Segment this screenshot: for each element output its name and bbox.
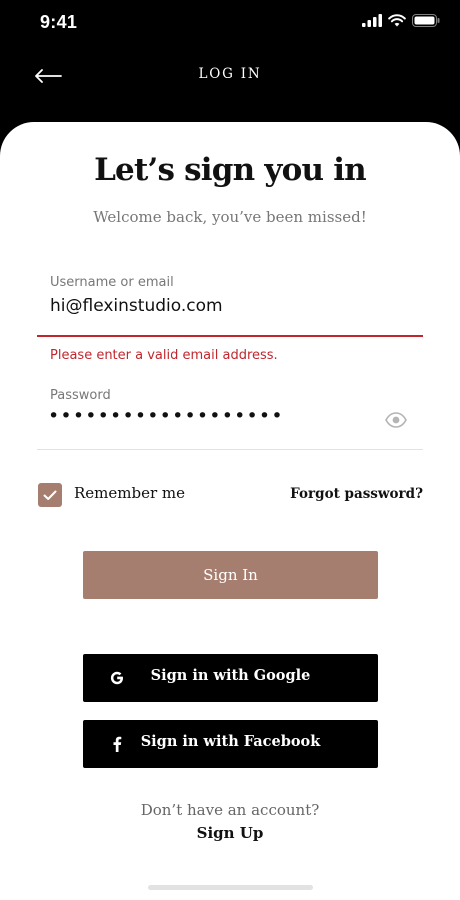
- wifi-icon: [388, 14, 406, 27]
- home-indicator: [148, 885, 313, 890]
- no-account-prompt: Don’t have an account?: [140, 801, 320, 819]
- password-field[interactable]: •••••••••••••••••••: [48, 405, 284, 427]
- remember-me-checkbox[interactable]: [38, 483, 62, 507]
- battery-icon: [412, 14, 440, 27]
- status-bar: 9:41: [0, 0, 460, 50]
- google-sign-in-button[interactable]: Sign in with Google: [83, 654, 378, 702]
- checkmark-icon: [43, 490, 57, 500]
- login-card: Let’s sign you in Welcome back, you’ve b…: [0, 122, 460, 900]
- email-label: Username or email: [50, 275, 174, 290]
- nav-bar: LOG IN: [0, 50, 460, 110]
- password-label: Password: [50, 388, 111, 403]
- email-field[interactable]: [50, 296, 410, 316]
- forgot-password-link[interactable]: Forgot password?: [290, 486, 423, 502]
- page-subtitle: Welcome back, you’ve been missed!: [93, 208, 367, 226]
- status-time: 9:41: [40, 12, 78, 32]
- google-button-label: Sign in with Google: [150, 667, 311, 684]
- eye-icon[interactable]: [385, 412, 407, 428]
- facebook-sign-in-button[interactable]: Sign in with Facebook: [83, 720, 378, 768]
- status-icons: [362, 14, 440, 27]
- signal-icon: [362, 14, 382, 27]
- sign-up-link[interactable]: Sign Up: [197, 824, 264, 842]
- remember-me-label: Remember me: [74, 484, 186, 502]
- facebook-button-label: Sign in with Facebook: [140, 733, 321, 750]
- sign-up-link-row: Sign Up: [0, 824, 460, 842]
- sign-in-button[interactable]: Sign In: [83, 551, 378, 599]
- nav-title: LOG IN: [198, 66, 262, 82]
- email-error-message: Please enter a valid email address.: [50, 348, 278, 363]
- password-underline: [37, 449, 423, 450]
- email-underline: [37, 335, 423, 337]
- page-title: Let’s sign you in: [94, 152, 367, 188]
